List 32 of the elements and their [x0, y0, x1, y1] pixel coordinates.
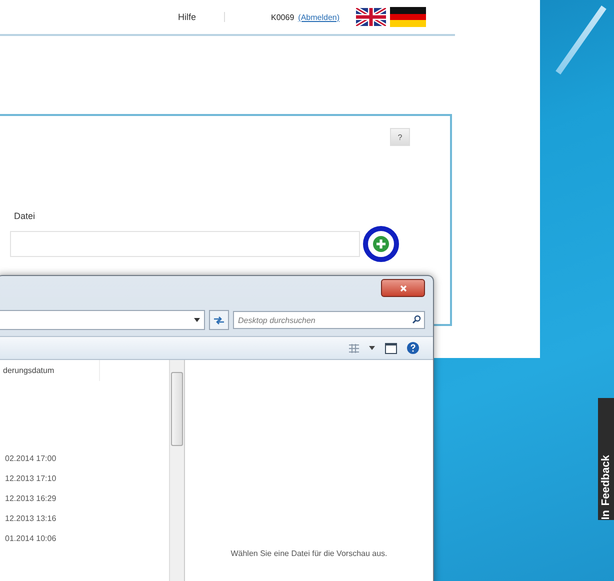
- dropdown-caret-icon[interactable]: [194, 318, 200, 322]
- scrollbar[interactable]: [169, 360, 185, 581]
- date-cell-text: 12.2013 13:16: [4, 513, 58, 525]
- feedback-tab[interactable]: Feedback In: [598, 398, 614, 520]
- preview-pane-icon[interactable]: [385, 342, 397, 354]
- user-id: K0069: [271, 12, 294, 22]
- nav-link[interactable]: Hilfe: [150, 12, 226, 22]
- date-cell-text: 02.2014 17:00: [4, 453, 58, 465]
- scrollbar-thumb[interactable]: [171, 372, 183, 446]
- add-icon[interactable]: [373, 236, 389, 252]
- view-grid-icon[interactable]: [349, 344, 359, 352]
- refresh-arrows-icon: [213, 316, 225, 324]
- field-label: Datei: [14, 211, 36, 221]
- tab-label: In: [600, 510, 612, 520]
- date-cell-text: 12.2013 16:29: [4, 493, 58, 505]
- help-icon[interactable]: [407, 342, 419, 354]
- dropdown-caret-icon[interactable]: [369, 346, 375, 350]
- close-icon: [400, 284, 406, 292]
- column-header[interactable]: derungsdatum: [0, 360, 100, 381]
- date-cell-text: 01.2014 10:06: [4, 533, 58, 545]
- refresh-button[interactable]: [209, 310, 229, 330]
- search-field[interactable]: Desktop durchsuchen: [233, 311, 425, 329]
- uk-flag-icon[interactable]: [356, 8, 386, 26]
- preview-hint: Wählen Sie eine Datei für die Vorschau aus.: [230, 549, 388, 558]
- help-button[interactable]: ?: [390, 128, 410, 146]
- feedback-label: Feedback: [600, 455, 612, 506]
- german-flag-icon[interactable]: [390, 7, 426, 27]
- logout-link[interactable]: (Abmelden): [298, 12, 340, 22]
- search-icon[interactable]: [412, 315, 421, 324]
- date-cell-text: 12.2013 17:10: [4, 473, 58, 485]
- file-input-field[interactable]: [10, 231, 360, 257]
- close-button[interactable]: [381, 279, 425, 297]
